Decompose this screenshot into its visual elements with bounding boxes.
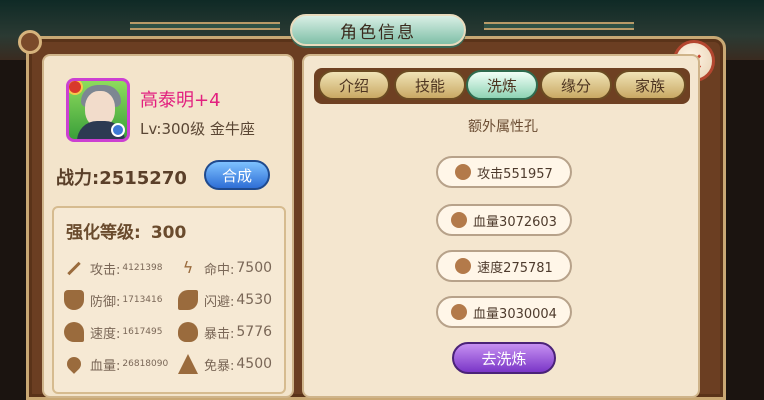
tab-family[interactable]: 家族 — [614, 70, 686, 100]
enhance-stats-box: 强化等级: 300 攻击: 4121398 ϟ 命中: 7500 防御: 1713416… — [52, 206, 286, 394]
tab-refine[interactable]: 洗炼 — [466, 70, 538, 100]
sword-icon — [64, 258, 84, 278]
stat-crit: 暴击: 5776 — [178, 322, 272, 342]
window-title: 角色信息 — [340, 22, 416, 43]
class-badge-icon — [111, 123, 125, 137]
shield-icon — [64, 290, 84, 310]
sword-icon — [455, 164, 472, 180]
tab-fate[interactable]: 缘分 — [540, 70, 612, 100]
enhance-level-label: 强化等级: — [66, 223, 141, 243]
stat-crit-resist: 免暴: 4500 — [178, 354, 272, 374]
blood-drop-icon — [451, 304, 468, 320]
title-wing-left — [130, 22, 280, 30]
stat-dodge: 闪避: 4530 — [178, 290, 272, 310]
refine-slot-hp-2: 血量3030004 — [436, 296, 572, 328]
stat-hp: 血量: 26818090 — [64, 354, 168, 374]
enhance-level-value: 300 — [150, 223, 187, 243]
stat-attack: 攻击: 4121398 — [64, 258, 162, 278]
combat-power-value: 2515270 — [99, 168, 187, 189]
hero-level: Lv:300级 金牛座 — [140, 120, 255, 138]
detail-panel: 介绍 技能 洗炼 缘分 家族 额外属性孔 攻击551957 血量3072603 … — [302, 54, 700, 398]
blood-drop-icon — [64, 354, 84, 374]
corner-ornament-icon — [18, 30, 42, 54]
extra-attribute-slots-title: 额外属性孔 — [468, 119, 538, 135]
boot-icon — [64, 322, 84, 342]
merge-button[interactable]: 合成 — [204, 160, 270, 190]
fire-element-icon — [69, 81, 83, 95]
combat-power-label: 战力: — [56, 168, 100, 189]
refine-slot-hp-1: 血量3072603 — [436, 204, 572, 236]
stat-defense: 防御: 1713416 — [64, 290, 162, 310]
hero-info-panel: 高泰明+4 Lv:300级 金牛座 战力:2515270 合成 强化等级: 300… — [42, 54, 294, 398]
boot-icon — [455, 258, 472, 274]
armor-icon — [178, 354, 198, 374]
stat-hit: ϟ 命中: 7500 — [178, 258, 272, 278]
window-title-plate: 角色信息 — [290, 14, 466, 46]
tab-intro[interactable]: 介绍 — [318, 70, 390, 100]
blood-drop-icon — [451, 212, 468, 228]
refine-slot-attack: 攻击551957 — [436, 156, 572, 188]
go-refine-button[interactable]: 去洗炼 — [452, 342, 556, 374]
game-screen: 角色信息 × 高泰明+4 Lv:300级 金牛座 战力:2515270 合成 强… — [0, 0, 764, 400]
hero-name: 高泰明+4 — [140, 90, 221, 111]
flame-icon — [178, 322, 198, 342]
title-wing-right — [484, 22, 634, 30]
combat-power: 战力:2515270 — [56, 164, 187, 190]
tab-skills[interactable]: 技能 — [394, 70, 466, 100]
bolt-icon: ϟ — [182, 258, 194, 277]
hero-avatar[interactable] — [66, 78, 130, 142]
enhance-level: 强化等级: 300 — [66, 218, 186, 243]
stat-speed: 速度: 1617495 — [64, 322, 162, 342]
wing-icon — [178, 290, 198, 310]
refine-slot-speed: 速度275781 — [436, 250, 572, 282]
tab-bar: 介绍 技能 洗炼 缘分 家族 — [314, 68, 690, 104]
